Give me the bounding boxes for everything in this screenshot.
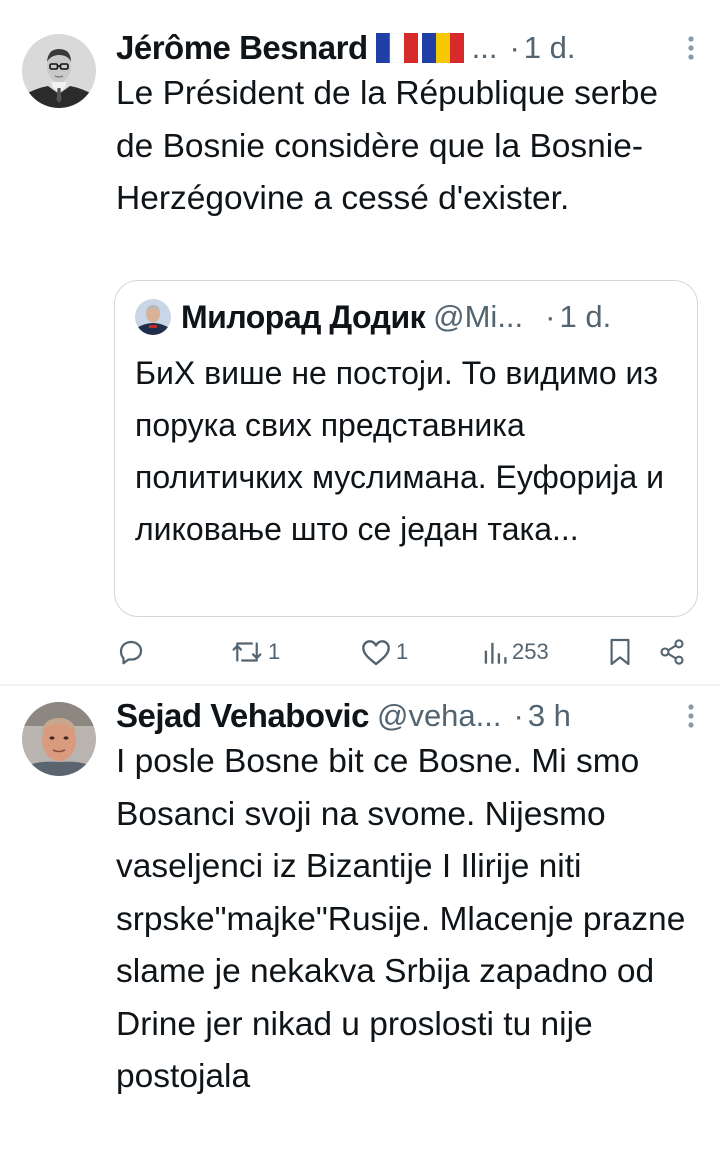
avatar[interactable] bbox=[22, 702, 96, 776]
bookmark-button[interactable] bbox=[608, 630, 632, 674]
share-button[interactable] bbox=[658, 630, 686, 674]
more-options-icon[interactable] bbox=[688, 703, 694, 729]
flag-icons bbox=[375, 33, 464, 63]
romania-flag-icon bbox=[421, 33, 464, 63]
quote-header: Милорад Додик @Mi... · 1 d. bbox=[181, 295, 677, 339]
tweet-header: Jérôme Besnard ... · 1 d. bbox=[116, 24, 694, 72]
more-options-icon[interactable] bbox=[688, 35, 694, 61]
share-icon bbox=[660, 639, 684, 665]
separator-dot: · bbox=[513, 698, 524, 733]
france-flag-icon bbox=[375, 33, 418, 63]
bookmark-icon bbox=[610, 638, 630, 666]
quote-author-name: Милорад Додик bbox=[181, 298, 426, 335]
like-button[interactable]: 1 bbox=[360, 630, 408, 674]
tweet-header: Sejad Vehabovic @veha... · 3 h bbox=[116, 692, 694, 740]
like-count: 1 bbox=[396, 639, 409, 664]
reply-icon bbox=[119, 640, 143, 665]
repost-button[interactable]: 1 bbox=[230, 630, 280, 674]
repost-icon bbox=[232, 642, 262, 662]
tweet[interactable]: Sejad Vehabovic @veha... · 3 h I posle B… bbox=[0, 686, 720, 1158]
views-icon bbox=[484, 642, 507, 664]
timestamp[interactable]: 3 h bbox=[528, 698, 571, 734]
timestamp[interactable]: 1 d. bbox=[524, 30, 576, 66]
tweet[interactable]: Jérôme Besnard ... · 1 d. Le Président d… bbox=[0, 0, 720, 686]
quote-author-handle: @Mi... bbox=[433, 299, 524, 334]
author-handle[interactable]: @veha... bbox=[377, 698, 502, 734]
separator-dot: · bbox=[509, 30, 520, 65]
tweet-text: Le Président de la République serbe de B… bbox=[116, 75, 658, 217]
quoted-tweet[interactable]: Милорад Додик @Mi... · 1 d. БиХ више не … bbox=[114, 280, 698, 617]
avatar[interactable] bbox=[22, 34, 96, 108]
quote-avatar bbox=[135, 299, 171, 335]
reply-button[interactable] bbox=[116, 630, 150, 674]
tweet-actions: 1 1 253 bbox=[116, 630, 690, 674]
quote-text: БиХ више не постоји. То видимо из порука… bbox=[135, 355, 664, 547]
author-name[interactable]: Sejad Vehabovic bbox=[116, 697, 369, 735]
separator-dot: · bbox=[545, 299, 556, 334]
quote-timestamp: 1 d. bbox=[559, 299, 612, 334]
author-name[interactable]: Jérôme Besnard bbox=[116, 29, 368, 67]
view-count: 253 bbox=[512, 639, 549, 664]
heart-icon bbox=[362, 640, 390, 666]
author-handle[interactable]: ... bbox=[472, 30, 498, 66]
timeline-feed: Jérôme Besnard ... · 1 d. Le Président d… bbox=[0, 0, 720, 1158]
views-button[interactable]: 253 bbox=[482, 630, 549, 674]
repost-count: 1 bbox=[268, 639, 281, 664]
tweet-text: I posle Bosne bit ce Bosne. Mi smo Bosan… bbox=[116, 743, 686, 1095]
